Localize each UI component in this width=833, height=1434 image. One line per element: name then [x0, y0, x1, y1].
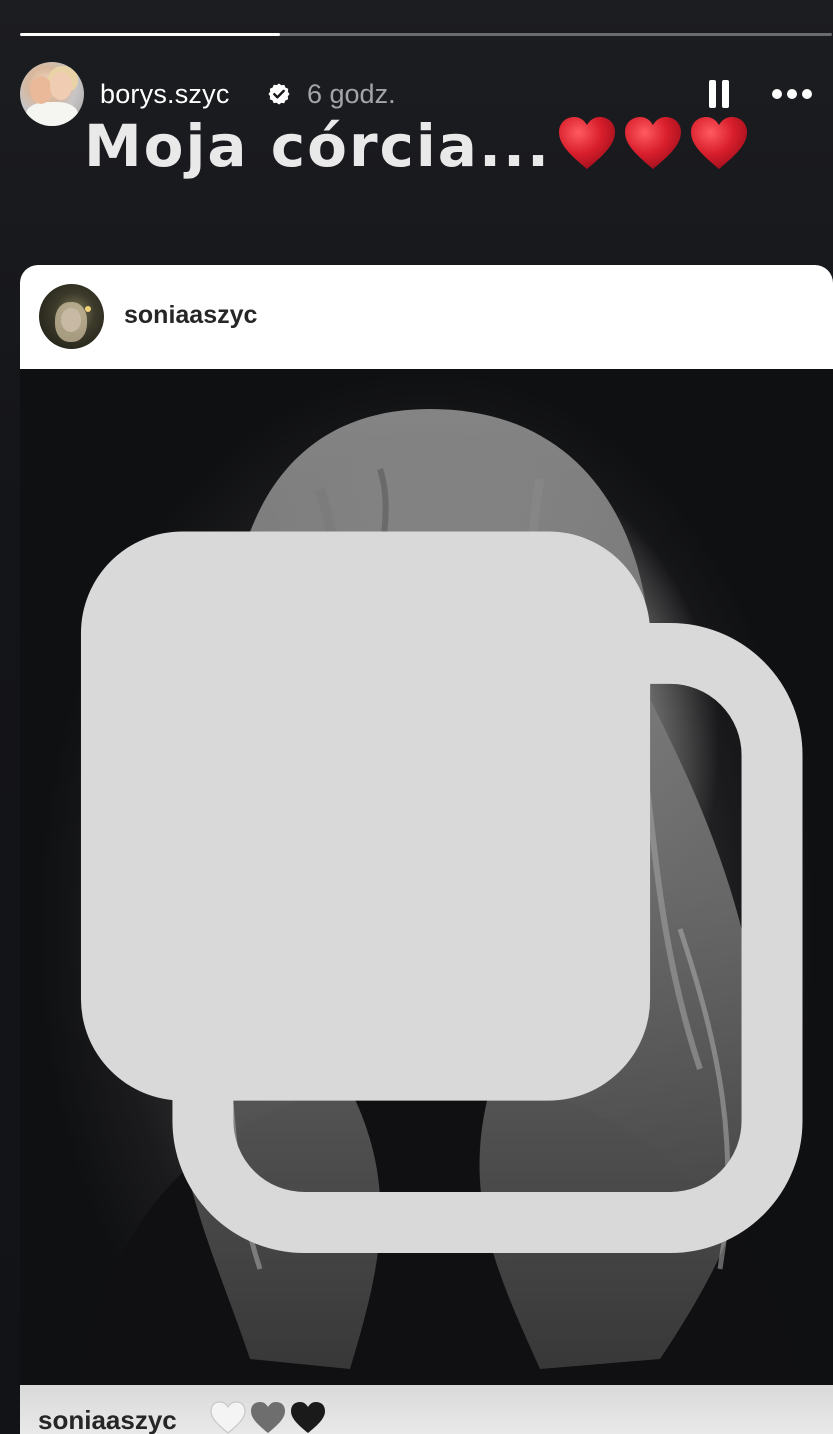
story-author-username[interactable]: borys.szyc	[100, 79, 230, 110]
red-heart-icon	[689, 116, 749, 172]
verified-badge-icon	[268, 83, 290, 105]
red-heart-icon	[557, 116, 617, 172]
story-progress-track	[20, 33, 832, 36]
white-heart-icon	[210, 1401, 246, 1434]
story-caption: Moja córcia...	[0, 112, 833, 180]
post-caption-username[interactable]: soniaaszyc	[38, 1405, 177, 1434]
pause-icon[interactable]	[709, 80, 731, 110]
red-heart-icon	[623, 116, 683, 172]
post-author-username[interactable]: soniaaszyc	[124, 301, 257, 330]
story-timestamp: 6 godz.	[307, 79, 396, 109]
story-progress-bar	[20, 33, 832, 37]
post-caption-hearts	[210, 1401, 326, 1434]
shared-post-card[interactable]: soniaaszyc soniaaszyc	[20, 265, 833, 1434]
story-caption-text: Moja córcia...	[83, 112, 552, 180]
story-progress-fill	[20, 33, 280, 36]
grey-heart-icon	[251, 1402, 285, 1433]
black-heart-icon	[291, 1402, 325, 1433]
carousel-icon	[80, 531, 803, 1254]
post-photo[interactable]	[20, 369, 833, 1385]
post-caption-bar: soniaaszyc	[20, 1385, 833, 1434]
more-options-icon[interactable]	[770, 86, 814, 102]
post-header: soniaaszyc	[20, 265, 833, 369]
post-author-avatar[interactable]	[39, 284, 104, 349]
